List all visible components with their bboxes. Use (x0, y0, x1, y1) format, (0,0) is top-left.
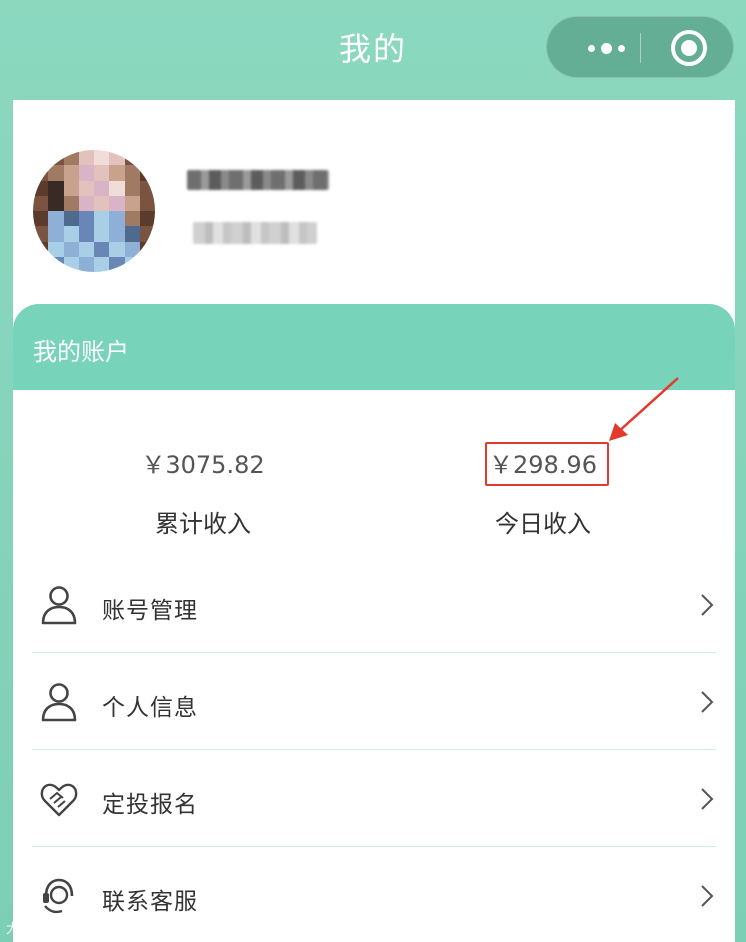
user-icon (41, 586, 77, 625)
target-circle-icon[interactable] (671, 30, 707, 66)
user-id-blurred (193, 222, 317, 244)
main-card: 我的账户 ￥3075.82 累计收入 ￥298.96 今日收入 账号管理 个人信… (13, 100, 735, 942)
chevron-right-icon (701, 885, 714, 907)
more-dots-icon[interactable] (571, 17, 641, 79)
today-income-label: 今日收入 (495, 510, 591, 538)
watermark-logo: 大数跨境 (6, 918, 58, 937)
annotation-highlight-box (485, 442, 609, 486)
menu-item-label: 个人信息 (102, 695, 198, 721)
account-section-title: 我的账户 (33, 338, 129, 366)
chevron-right-icon (701, 691, 714, 713)
username-blurred (187, 170, 329, 190)
menu-item-account-management[interactable]: 账号管理 (32, 556, 716, 653)
capsule-divider (640, 33, 641, 63)
total-income-label: 累计收入 (155, 510, 251, 538)
chevron-right-icon (701, 788, 714, 810)
user-icon (41, 683, 77, 722)
total-income-stat[interactable]: ￥3075.82 累计收入 (53, 390, 353, 550)
heart-handshake-icon (40, 783, 78, 817)
avatar[interactable] (33, 150, 155, 272)
menu-item-personal-info[interactable]: 个人信息 (32, 653, 716, 750)
menu-item-label: 账号管理 (102, 598, 198, 624)
chevron-right-icon (701, 594, 714, 616)
annotation-arrow-icon (609, 377, 679, 441)
watermark-text: 大数跨境 (6, 922, 59, 937)
total-income-amount: ￥3075.82 (141, 451, 265, 479)
menu-item-investment-signup[interactable]: 定投报名 (32, 750, 716, 847)
customer-service-icon (43, 878, 74, 914)
profile-section (13, 100, 735, 305)
mini-program-capsule (546, 16, 734, 78)
menu-item-customer-service[interactable]: 联系客服 (32, 847, 716, 942)
menu-item-label: 联系客服 (102, 889, 198, 915)
top-navigation-bar: 我的 (0, 0, 746, 100)
menu-item-label: 定投报名 (102, 792, 198, 818)
menu-list: 账号管理 个人信息 定投报名 联系客服 (32, 556, 716, 942)
